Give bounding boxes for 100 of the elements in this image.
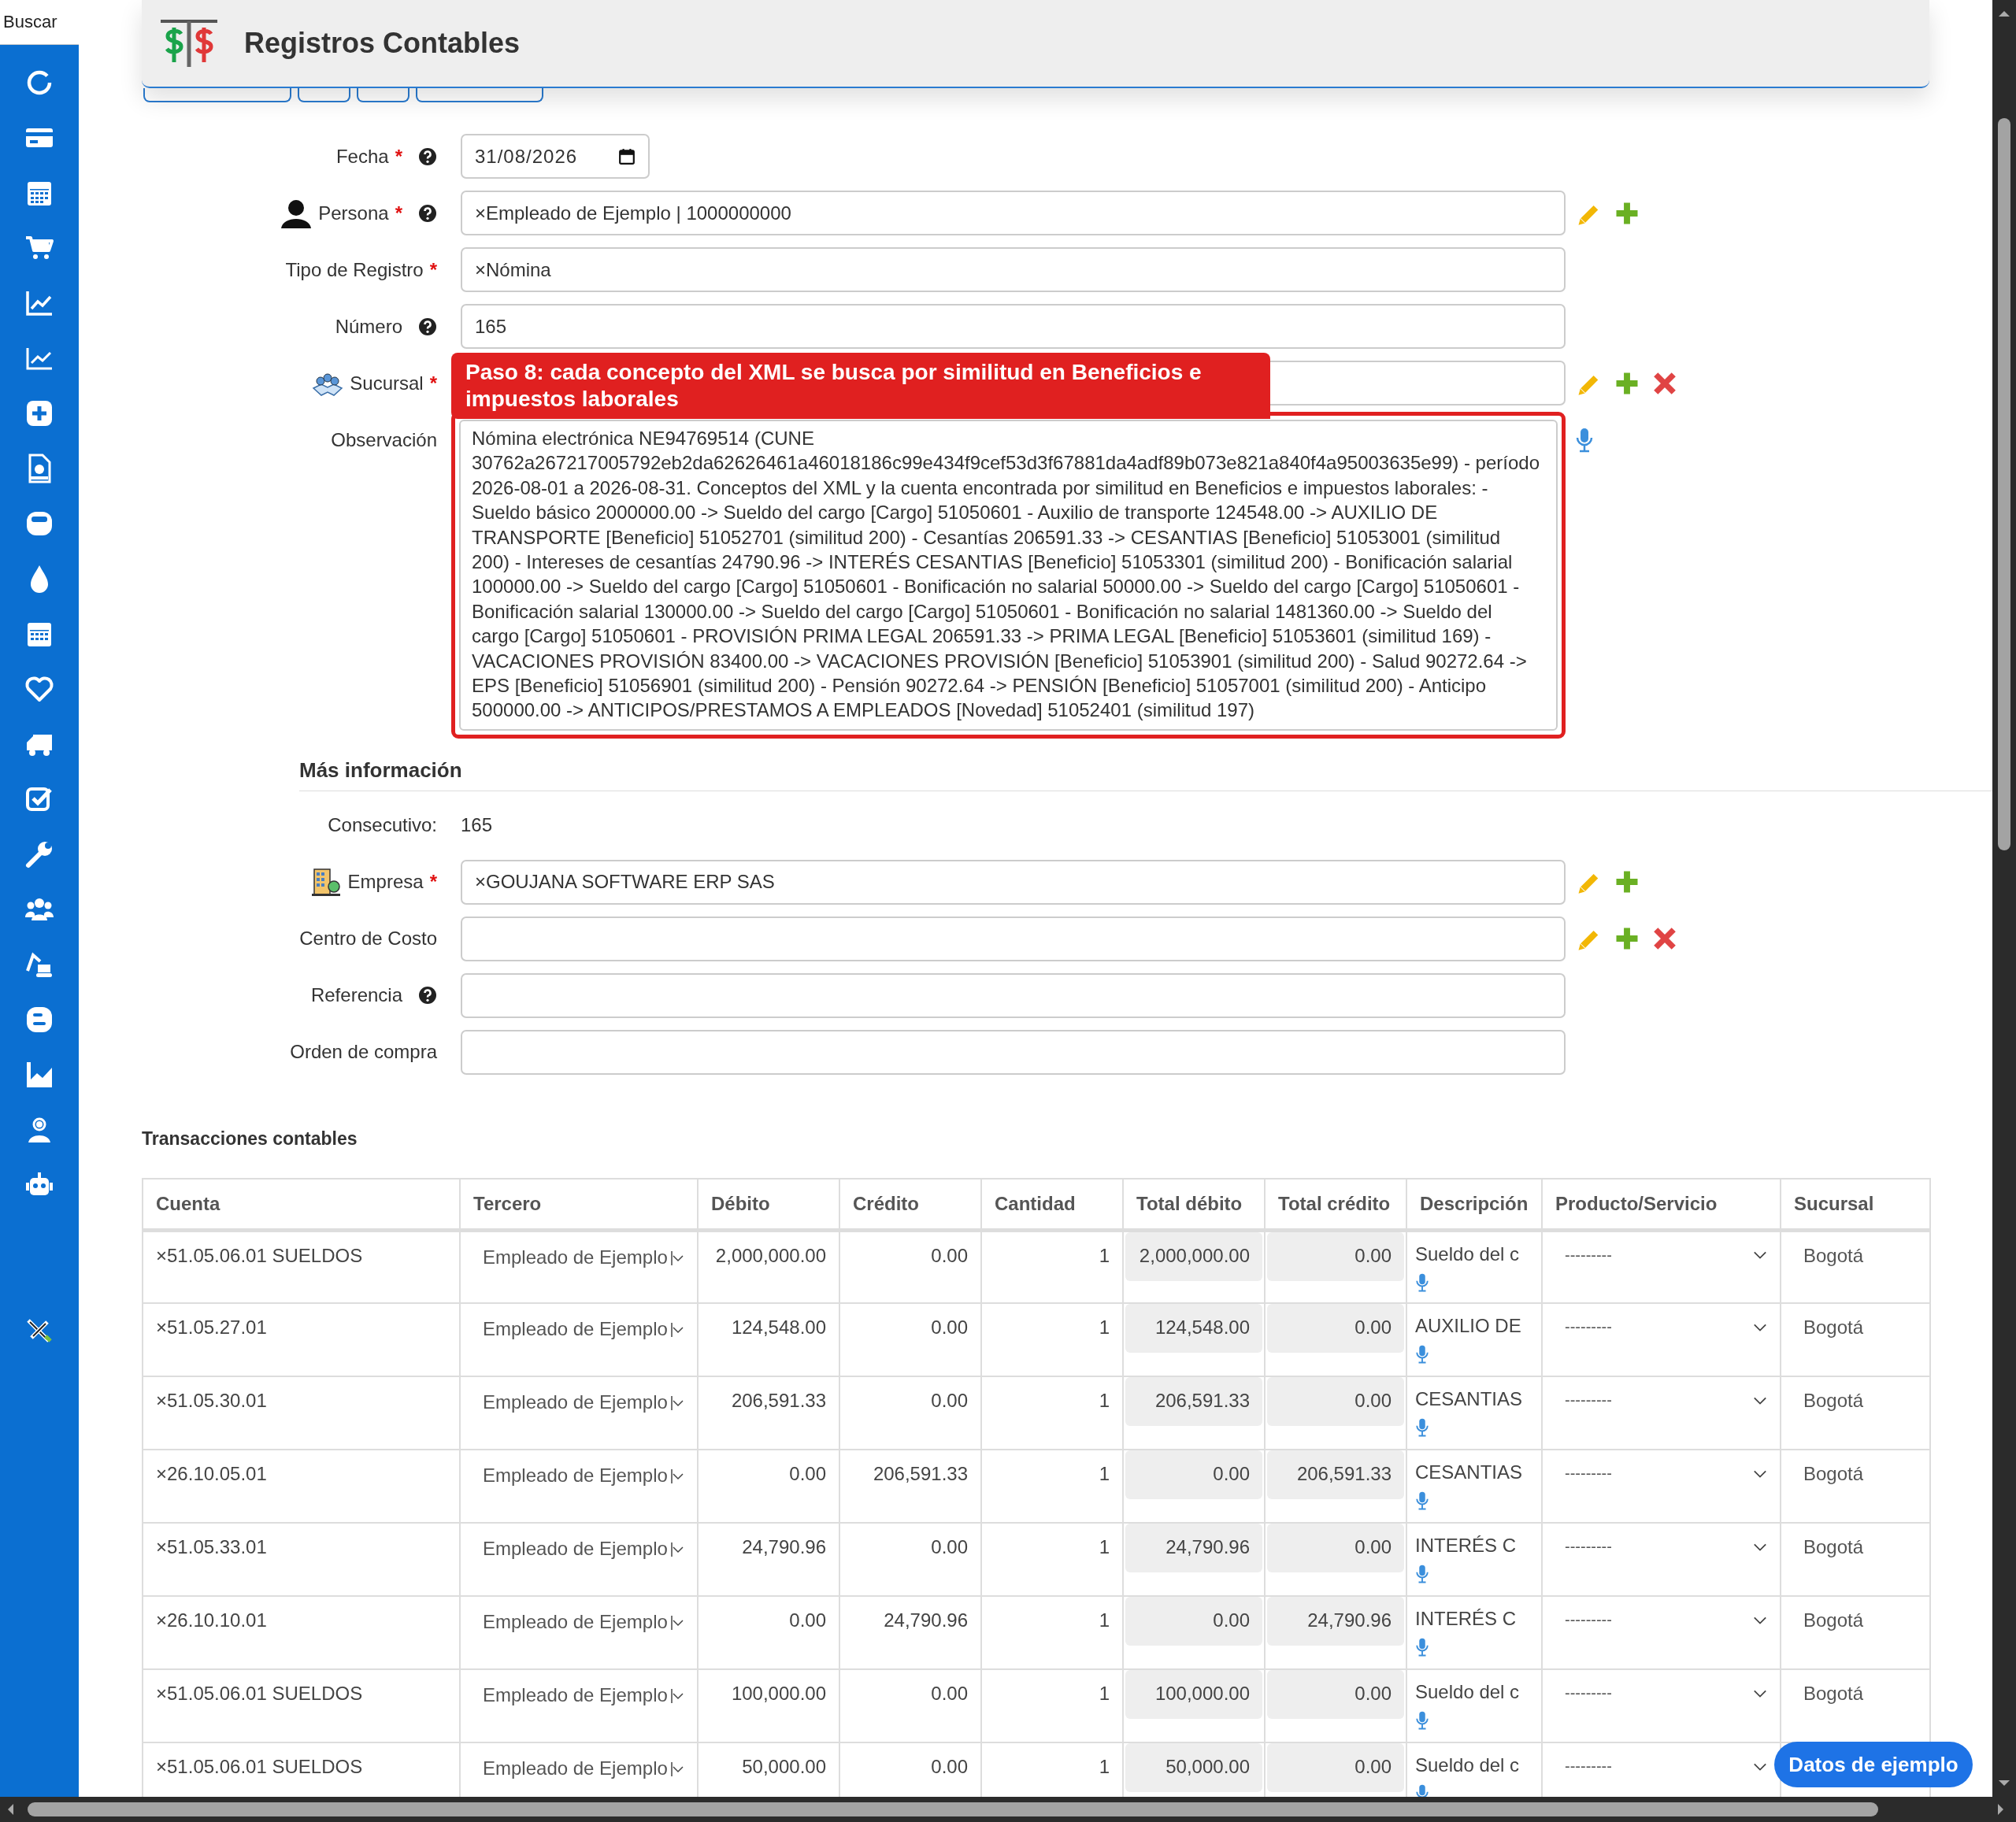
table-cell: 50,000.00 [742,1756,826,1778]
field-value: 165 [461,814,494,837]
caret-icon [670,1760,684,1778]
total-field: 0.00 [1267,1377,1404,1427]
column-header: Producto/Servicio [1542,1178,1781,1231]
caret-icon [670,1467,684,1485]
calendar-icon[interactable] [618,147,636,165]
total-field: 24,790.96 [1267,1597,1404,1646]
column-header: Tercero [460,1178,698,1231]
column-header: Cantidad [981,1178,1123,1231]
horizontal-scrollbar[interactable] [0,1797,2016,1822]
sample-data-button[interactable]: Datos de ejemplo [1774,1742,1973,1787]
account-select[interactable]: ×51.05.27.01 [156,1317,267,1339]
building-icon [309,866,342,898]
table-cell: 1 [1099,1536,1110,1558]
scrollbar-thumb[interactable] [28,1802,1878,1816]
field-label: Observación [331,428,437,451]
field-label: Fecha [335,145,389,168]
caret-icon [670,1613,684,1631]
total-field: 50,000.00 [1125,1743,1262,1793]
chevron-down-icon [1753,1322,1767,1332]
column-header: Débito [698,1178,839,1231]
table-cell: 1 [1099,1317,1110,1339]
column-header: Cuenta [143,1178,460,1231]
account-select[interactable]: ×51.05.30.01 [156,1390,267,1412]
scrollbar-thumb[interactable] [1998,118,2010,850]
branch-select[interactable]: Bogotá [1794,1609,1864,1631]
chevron-down-icon [1753,1468,1767,1479]
branch-select[interactable]: Bogotá [1794,1463,1864,1485]
tab[interactable] [298,88,350,102]
tab[interactable] [143,88,291,102]
input-field[interactable] [461,916,1566,961]
table-cell: 24,790.96 [884,1609,968,1631]
help-icon[interactable] [418,203,437,223]
chevron-down-icon [1753,1542,1767,1552]
branch-select[interactable]: Bogotá [1794,1390,1864,1412]
caret-icon [670,1687,684,1705]
table-cell: 100,000.00 [731,1683,826,1705]
branch-select[interactable]: Bogotá [1794,1244,1864,1266]
total-field: 0.00 [1267,1231,1404,1281]
account-select[interactable]: ×26.10.05.01 [156,1463,267,1485]
branch-select[interactable]: Bogotá [1794,1536,1864,1558]
section-title: Más información [299,757,1992,791]
microphone-icon[interactable] [1575,426,1594,454]
total-field: 0.00 [1267,1524,1404,1573]
search-field[interactable]: Buscar [0,0,79,45]
caret-icon [670,1320,684,1339]
total-field: 0.00 [1267,1304,1404,1354]
section-title: Transacciones contables [142,1128,358,1150]
total-field: 100,000.00 [1125,1670,1262,1720]
table-cell: 206,591.33 [873,1463,968,1485]
input-field[interactable]: 165 [461,304,1566,349]
account-select[interactable]: ×26.10.10.01 [156,1609,267,1631]
page-title: Registros Contables [244,27,521,60]
field-label: Centro de Costo [299,928,437,950]
field-label: Persona [318,202,389,224]
table-cell: 0.00 [931,1244,968,1266]
table-cell: 1 [1099,1390,1110,1412]
scroll-up-icon[interactable] [1998,9,2010,17]
table-cell: 0.00 [931,1536,968,1558]
help-icon[interactable] [418,146,437,166]
field-label: Empresa [347,871,424,894]
field-label: Referencia [310,984,402,1007]
column-header: Crédito [839,1178,981,1231]
branch-select[interactable]: Bogotá [1794,1683,1864,1705]
help-icon[interactable] [418,317,437,336]
branch-select[interactable]: Bogotá [1794,1317,1864,1339]
table-cell: 2,000,000.00 [715,1244,826,1266]
input-field[interactable]: ×Empleado de Ejemplo | 1000000000 [461,191,1566,235]
chevron-down-icon [1753,1615,1767,1625]
date-field[interactable]: 31/08/2026 [461,134,650,179]
input-field[interactable] [461,1029,1566,1075]
account-select[interactable]: ×51.05.06.01 SUELDOS [156,1683,363,1705]
table-cell: 0.00 [789,1609,826,1631]
scroll-left-icon[interactable] [6,1803,14,1816]
required-mark: * [395,145,402,168]
required-mark: * [395,202,402,224]
vertical-scrollbar[interactable] [1992,0,2016,1797]
table-cell: 0.00 [789,1463,826,1485]
table-cell: 0.00 [931,1756,968,1778]
text-area[interactable]: Nómina electrónica NE94769514 (CUNE 30762a267217005792eb2da62626461a46018186c99e434f9cef53d3f67881da4adf89b073e821a840f4a95003635e99) - período 2026-08-01 a 2026-08-31. Conceptos del XML y la cuenta encontrada por similitud en Beneficios e impuestos laborales: - Sueldo básico 2000000.00 -> Sueldo del cargo [Cargo] 51050601 - Auxilio de transporte 124548.00 -> AUXILIO DE TRANSPORTE [Beneficio] 51052701 (similitud 200) - Cesantías 206591.33 -> CESANTIAS [Beneficio] 51053001 (similitud 200) - Intereses de cesantías 24790.96 -> INTERÉS CESANTIAS [Beneficio] 51053301 (similitud 200) - Bonificación salarial 100000.00 -> Sueldo del cargo [Cargo] 51050601 - Bonificación no salarial 50000.00 -> Sueldo del cargo [Cargo] 51050601 - Bonificación salarial 130000.00 -> Sueldo del cargo [Cargo] 51050601 - Bonificación no salarial 1481360.00 -> Sueldo del cargo [Cargo] 51050601 - PROVISIÓN PRIMA LEGAL 206591.33 -> PRIMA LEGAL [Beneficio] 51053601 (similitud 169) - VACACIONES PROVISIÓN 83400.00 -> VACACIONES PROVISIÓN [Beneficio] 51053901 (similitud 200) - Salud 90272.64 -> EPS [Beneficio] 51056901 (similitud 200) - Pensión 90272.64 -> PENSIÓN [Beneficio] 51057001 (similitud 200) - Anticipo 500000.00 -> ANTICIPOS/PRESTAMOS A EMPLEADOS [Novedad] 51052401 (similitud 197) [459,420,1558,731]
table-cell: 1 [1099,1756,1110,1778]
table-cell: 0.00 [931,1683,968,1705]
table-cell: 1 [1099,1244,1110,1266]
input-field[interactable] [461,972,1566,1018]
account-select[interactable]: ×51.05.33.01 [156,1536,267,1558]
required-mark: * [429,372,437,394]
caret-icon [670,1394,684,1412]
account-select[interactable]: ×51.05.06.01 SUELDOS [156,1244,363,1266]
tab[interactable] [357,88,410,102]
scroll-down-icon[interactable] [1998,1779,2010,1787]
field-label: Sucursal [350,372,424,394]
table-cell: 0.00 [931,1390,968,1412]
input-field[interactable]: ×GOUJANA SOFTWARE ERP SAS [461,859,1566,905]
input-field[interactable]: ×Nómina [461,247,1566,292]
help-icon[interactable] [418,986,437,1005]
table-cell: 124,548.00 [731,1317,826,1339]
table-cell: 206,591.33 [731,1390,826,1412]
scroll-right-icon[interactable] [1997,1803,2005,1816]
tab[interactable] [416,88,543,102]
